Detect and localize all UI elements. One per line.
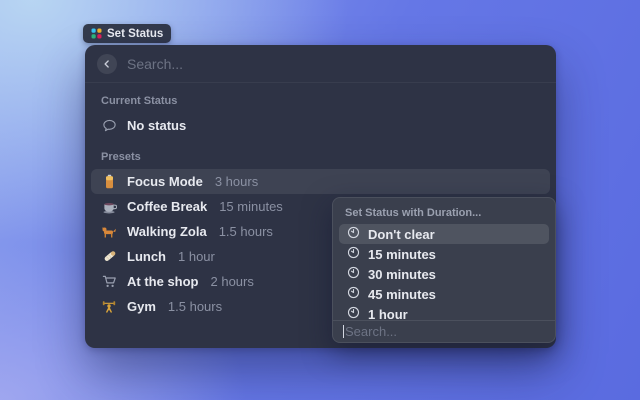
current-status-section-label: Current Status xyxy=(85,83,556,113)
clock-icon xyxy=(347,226,360,242)
slack-icon xyxy=(91,28,102,39)
set-status-chip-label: Set Status xyxy=(107,28,163,40)
duration-popover-title: Set Status with Duration... xyxy=(333,198,555,224)
preset-label: At the shop xyxy=(127,274,199,289)
clock-icon xyxy=(347,286,360,302)
duration-item-label: 15 minutes xyxy=(368,247,436,262)
text-cursor xyxy=(343,325,344,338)
duration-item-1-hour[interactable]: 1 hour xyxy=(339,304,549,320)
burrito-icon xyxy=(101,249,117,264)
duration-item-label: 45 minutes xyxy=(368,287,436,302)
speech-bubble-icon xyxy=(101,118,117,133)
duration-search-input[interactable] xyxy=(345,324,545,339)
preset-duration: 1 hour xyxy=(178,249,215,264)
clock-icon xyxy=(347,266,360,282)
duration-search-bar xyxy=(333,320,555,342)
duration-item-45-minutes[interactable]: 45 minutes xyxy=(339,284,549,304)
clock-icon xyxy=(347,306,360,320)
duration-item-label: Don't clear xyxy=(368,227,435,242)
preset-duration: 1.5 hours xyxy=(219,224,273,239)
duration-item-30-minutes[interactable]: 30 minutes xyxy=(339,264,549,284)
duration-item-dont-clear[interactable]: Don't clear xyxy=(339,224,549,244)
coffee-icon xyxy=(101,200,117,214)
set-status-chip[interactable]: Set Status xyxy=(83,24,171,43)
chevron-left-icon xyxy=(101,58,113,70)
duration-item-label: 1 hour xyxy=(368,307,408,321)
battery-icon xyxy=(101,174,117,189)
search-input[interactable] xyxy=(127,56,544,72)
preset-label: Lunch xyxy=(127,249,166,264)
dog-icon xyxy=(101,225,117,239)
current-status-item[interactable]: No status xyxy=(85,113,556,139)
preset-label: Walking Zola xyxy=(127,224,207,239)
preset-label: Focus Mode xyxy=(127,174,203,189)
preset-duration: 15 minutes xyxy=(219,199,283,214)
duration-list: Don't clear 15 minutes 30 minutes xyxy=(333,224,555,320)
search-bar xyxy=(85,45,556,83)
preset-duration: 1.5 hours xyxy=(168,299,222,314)
preset-label: Coffee Break xyxy=(127,199,207,214)
back-button[interactable] xyxy=(97,54,117,74)
preset-duration: 2 hours xyxy=(211,274,254,289)
clock-icon xyxy=(347,246,360,262)
shopping-cart-icon xyxy=(101,274,117,289)
preset-focus-mode[interactable]: Focus Mode 3 hours xyxy=(91,169,550,194)
weightlifter-icon xyxy=(101,299,117,314)
duration-item-label: 30 minutes xyxy=(368,267,436,282)
duration-popover: Set Status with Duration... Don't clear … xyxy=(332,197,556,343)
duration-item-15-minutes[interactable]: 15 minutes xyxy=(339,244,549,264)
current-status-label: No status xyxy=(127,118,186,133)
preset-duration: 3 hours xyxy=(215,174,258,189)
preset-label: Gym xyxy=(127,299,156,314)
presets-section-label: Presets xyxy=(85,139,556,169)
